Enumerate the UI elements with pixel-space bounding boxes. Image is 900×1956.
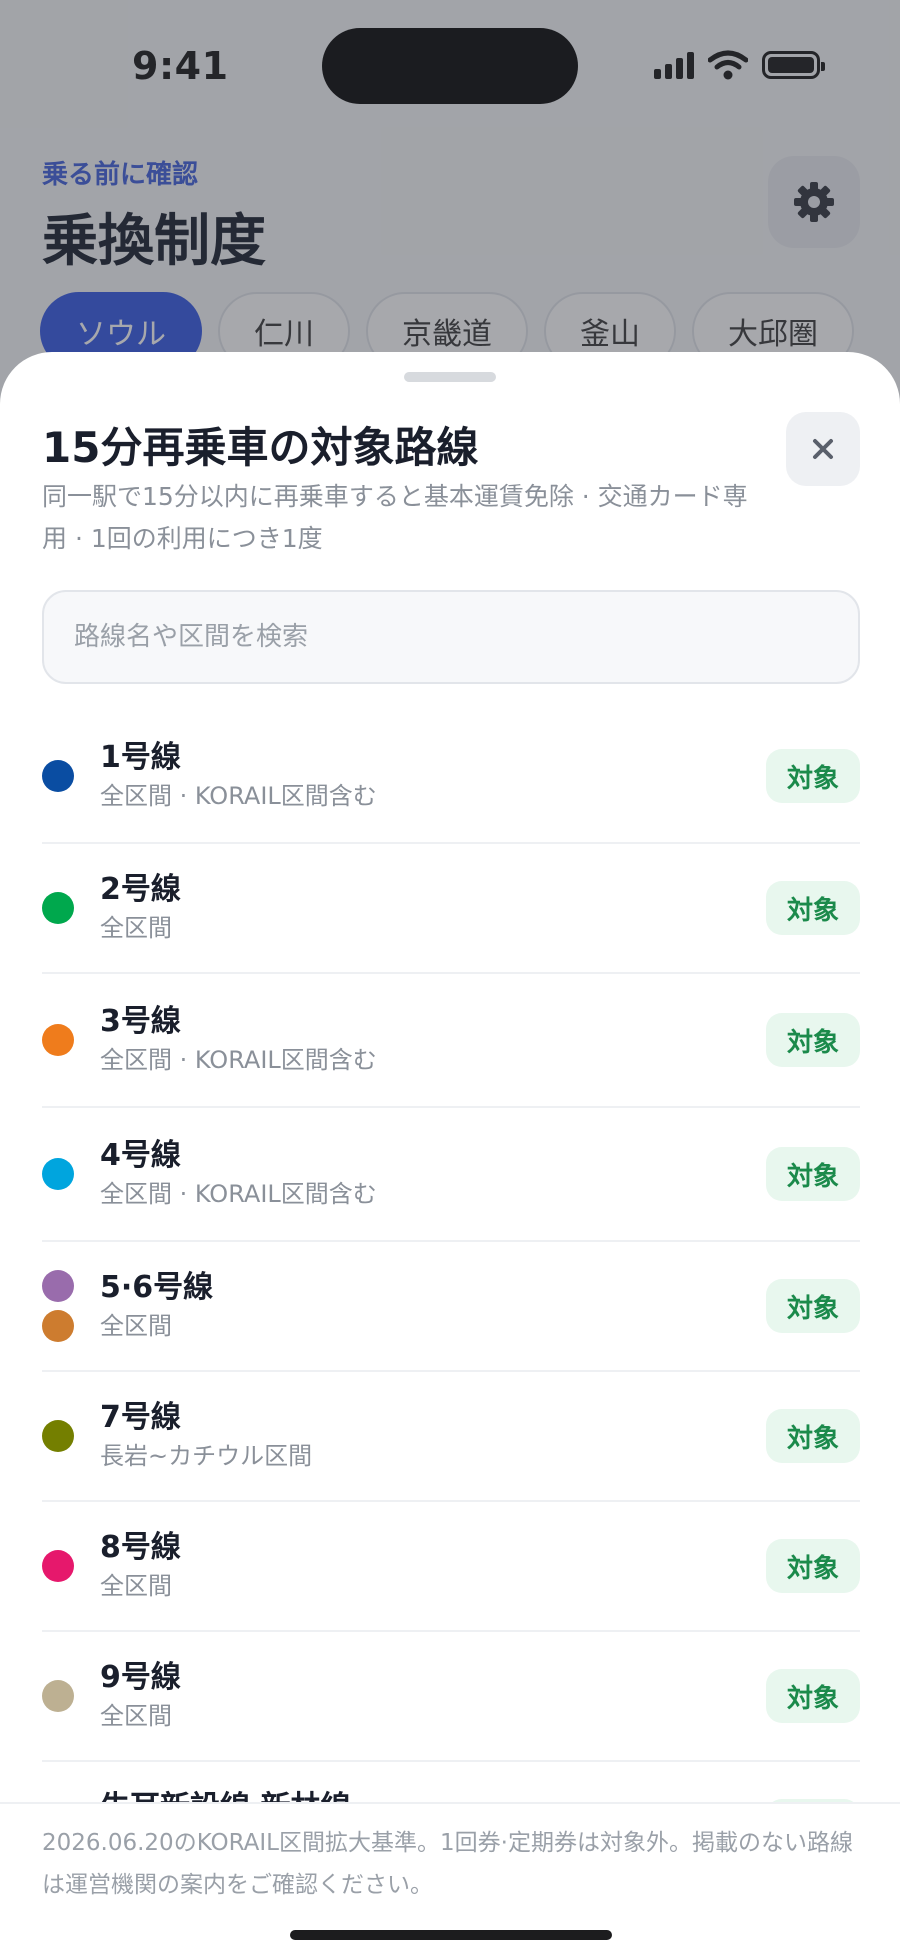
route-text: 3号線全区間 · KORAIL区間含む <box>100 1002 766 1078</box>
route-section: 全区間 · KORAIL区間含む <box>100 1180 377 1208</box>
line-color-dot <box>42 1550 74 1582</box>
route-row[interactable]: 3号線 全区間 · KORAIL区間含む 対象 <box>42 974 860 1108</box>
home-indicator[interactable] <box>290 1930 612 1940</box>
route-section: 全区間 <box>100 1312 172 1340</box>
route-name: 3号線 <box>100 1004 181 1039</box>
route-row[interactable]: 9号線 全区間 対象 <box>42 1632 860 1762</box>
route-name: 8号線 <box>100 1530 181 1565</box>
eligible-badge: 対象 <box>766 1669 860 1723</box>
line-color-dot <box>42 1270 74 1302</box>
line-color-dots <box>42 760 100 792</box>
route-text: 7号線長岩~カチウル区間 <box>100 1398 766 1474</box>
line-color-dot <box>42 1158 74 1190</box>
eligible-badge: 対象 <box>766 1409 860 1463</box>
route-list: 1号線 全区間 · KORAIL区間含む 対象 2号線 全区間 対象 3号線 全区間 · KO… <box>42 710 860 1802</box>
line-color-dots <box>42 892 100 924</box>
line-color-dot <box>42 1680 74 1712</box>
line-color-dots <box>42 1420 100 1452</box>
line-color-dots <box>42 1550 100 1582</box>
footer-note: 2026.06.20のKORAIL区間拡大基準。1回券·定期券は対象外。掲載のな… <box>42 1830 853 1898</box>
line-color-dot <box>42 892 74 924</box>
route-row[interactable]: 7号線 長岩~カチウル区間 対象 <box>42 1372 860 1502</box>
eligible-badge: 対象 <box>766 1013 860 1067</box>
sheet-grabber[interactable] <box>404 372 496 382</box>
route-section: 全区間 <box>100 1702 172 1730</box>
eligible-badge: 対象 <box>766 749 860 803</box>
line-color-dot <box>42 1024 74 1056</box>
line-color-dots <box>42 1270 100 1342</box>
eligible-badge: 対象 <box>766 881 860 935</box>
route-section: 全区間 · KORAIL区間含む <box>100 782 377 810</box>
eligible-badge: 対象 <box>766 1539 860 1593</box>
route-search-input[interactable] <box>42 590 860 684</box>
route-section: 全区間 <box>100 1572 172 1600</box>
line-color-dot <box>42 1420 74 1452</box>
route-text: 2号線全区間 <box>100 870 766 946</box>
route-name: 5·6号線 <box>100 1270 214 1305</box>
route-name: 2号線 <box>100 872 181 907</box>
route-section: 全区間 · KORAIL区間含む <box>100 1046 377 1074</box>
route-row[interactable]: 牛耳新設線 新林線全区間対象 <box>42 1762 860 1802</box>
route-name: 1号線 <box>100 740 181 775</box>
route-text: 8号線全区間 <box>100 1528 766 1604</box>
route-text: 5·6号線全区間 <box>100 1268 766 1344</box>
line-color-dot <box>42 1310 74 1342</box>
route-row[interactable]: 5·6号線 全区間 対象 <box>42 1242 860 1372</box>
route-text: 9号線全区間 <box>100 1658 766 1734</box>
close-button[interactable] <box>786 412 860 486</box>
route-list-viewport[interactable]: 1号線 全区間 · KORAIL区間含む 対象 2号線 全区間 対象 3号線 全区間 · KO… <box>0 710 900 1802</box>
sheet-title: 15分再乗車の対象路線 <box>42 423 479 472</box>
route-text: 牛耳新設線 新林線全区間 <box>100 1788 766 1802</box>
route-name: 4号線 <box>100 1138 181 1173</box>
app-screen: 9:41 乗る前に確認 乗換制度 ソウル 仁川 京畿道 釜山 大邱圏 15分再乗… <box>0 0 900 1956</box>
line-color-dots <box>42 1680 100 1712</box>
close-icon <box>813 439 833 459</box>
eligible-badge: 対象 <box>766 1279 860 1333</box>
eligible-badge: 対象 <box>766 1147 860 1201</box>
route-name: 7号線 <box>100 1400 181 1435</box>
route-name: 9号線 <box>100 1660 181 1695</box>
line-color-dots <box>42 1158 100 1190</box>
route-name: 牛耳新設線 新林線 <box>100 1788 766 1802</box>
line-color-dot <box>42 760 74 792</box>
route-row[interactable]: 4号線 全区間 · KORAIL区間含む 対象 <box>42 1108 860 1242</box>
sheet-description: 同一駅で15分以内に再乗車すると基本運賃免除 · 交通カード専用 · 1回の利用… <box>42 482 748 553</box>
route-text: 4号線全区間 · KORAIL区間含む <box>100 1136 766 1212</box>
route-section: 長岩~カチウル区間 <box>100 1442 313 1470</box>
route-row[interactable]: 2号線 全区間 対象 <box>42 844 860 974</box>
route-text: 1号線全区間 · KORAIL区間含む <box>100 738 766 814</box>
line-color-dots <box>42 1024 100 1056</box>
route-section: 全区間 <box>100 914 172 942</box>
reentry-routes-sheet: 15分再乗車の対象路線 同一駅で15分以内に再乗車すると基本運賃免除 · 交通カ… <box>0 352 900 1956</box>
route-row[interactable]: 1号線 全区間 · KORAIL区間含む 対象 <box>42 710 860 844</box>
route-row[interactable]: 8号線 全区間 対象 <box>42 1502 860 1632</box>
